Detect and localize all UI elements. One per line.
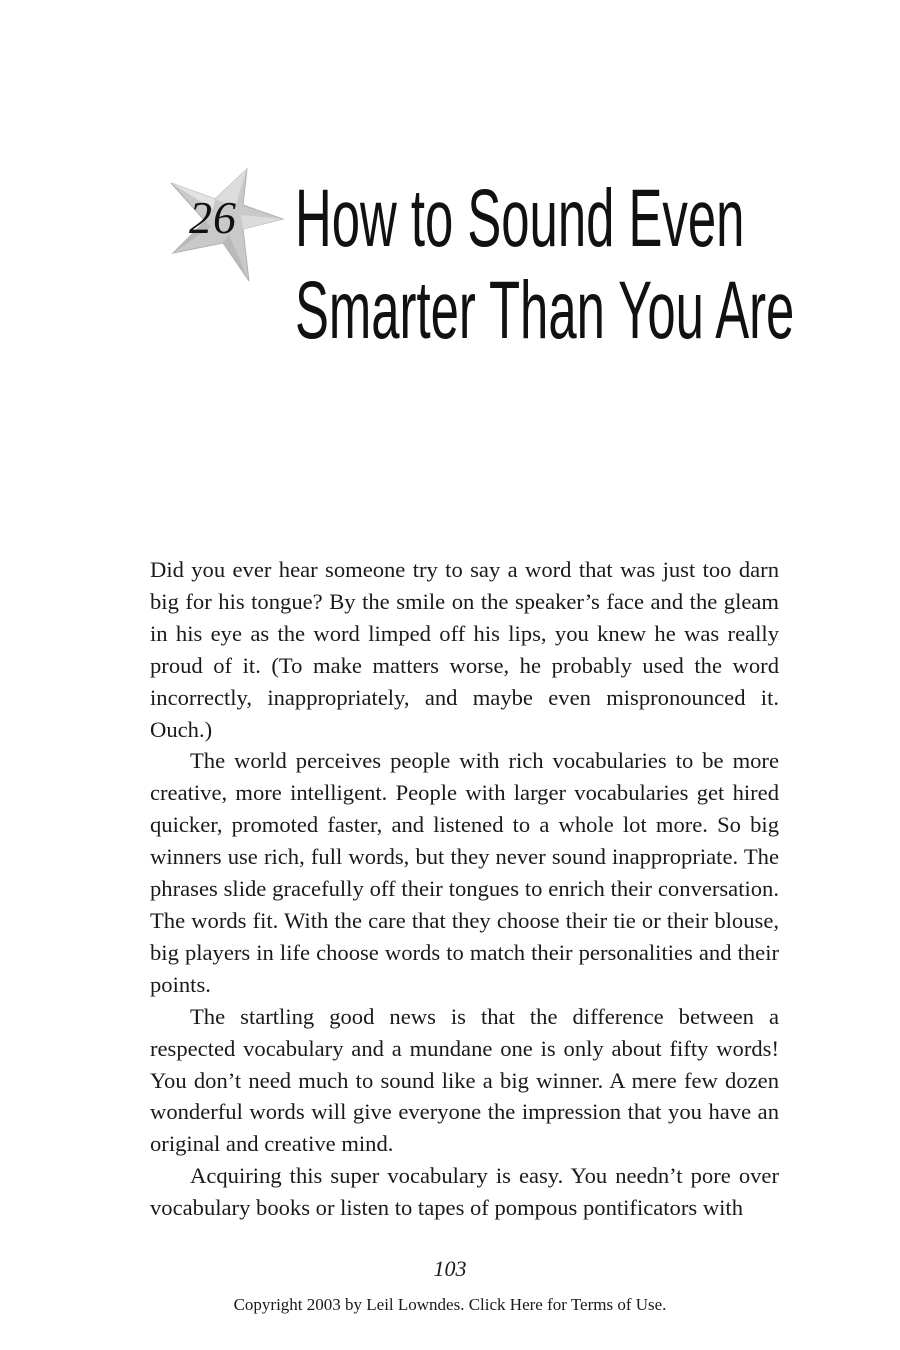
paragraph-4: Acquiring this super vocabulary is easy.… (150, 1163, 779, 1221)
chapter-title-line-1: How to Sound Even (295, 173, 745, 264)
chapter-number: 26 (189, 192, 237, 243)
body-text: Did you ever hear someone try to say a w… (150, 554, 779, 1224)
paragraph-2: The world perceives people with rich voc… (150, 748, 779, 997)
chapter-star: 26 (165, 165, 295, 285)
page-number: 103 (433, 1256, 467, 1281)
chapter-title-line-2: Smarter Than You Are (295, 265, 795, 356)
paragraph-1: Did you ever hear someone try to say a w… (150, 557, 779, 742)
chapter-heading: 26 How to Sound Even Smarter Than You Ar… (165, 165, 805, 365)
copyright-notice[interactable]: Copyright 2003 by Leil Lowndes. Click He… (0, 1295, 900, 1315)
paragraph-3: The startling good news is that the diff… (150, 1003, 779, 1157)
chapter-title: How to Sound Even Smarter Than You Are (295, 173, 794, 357)
